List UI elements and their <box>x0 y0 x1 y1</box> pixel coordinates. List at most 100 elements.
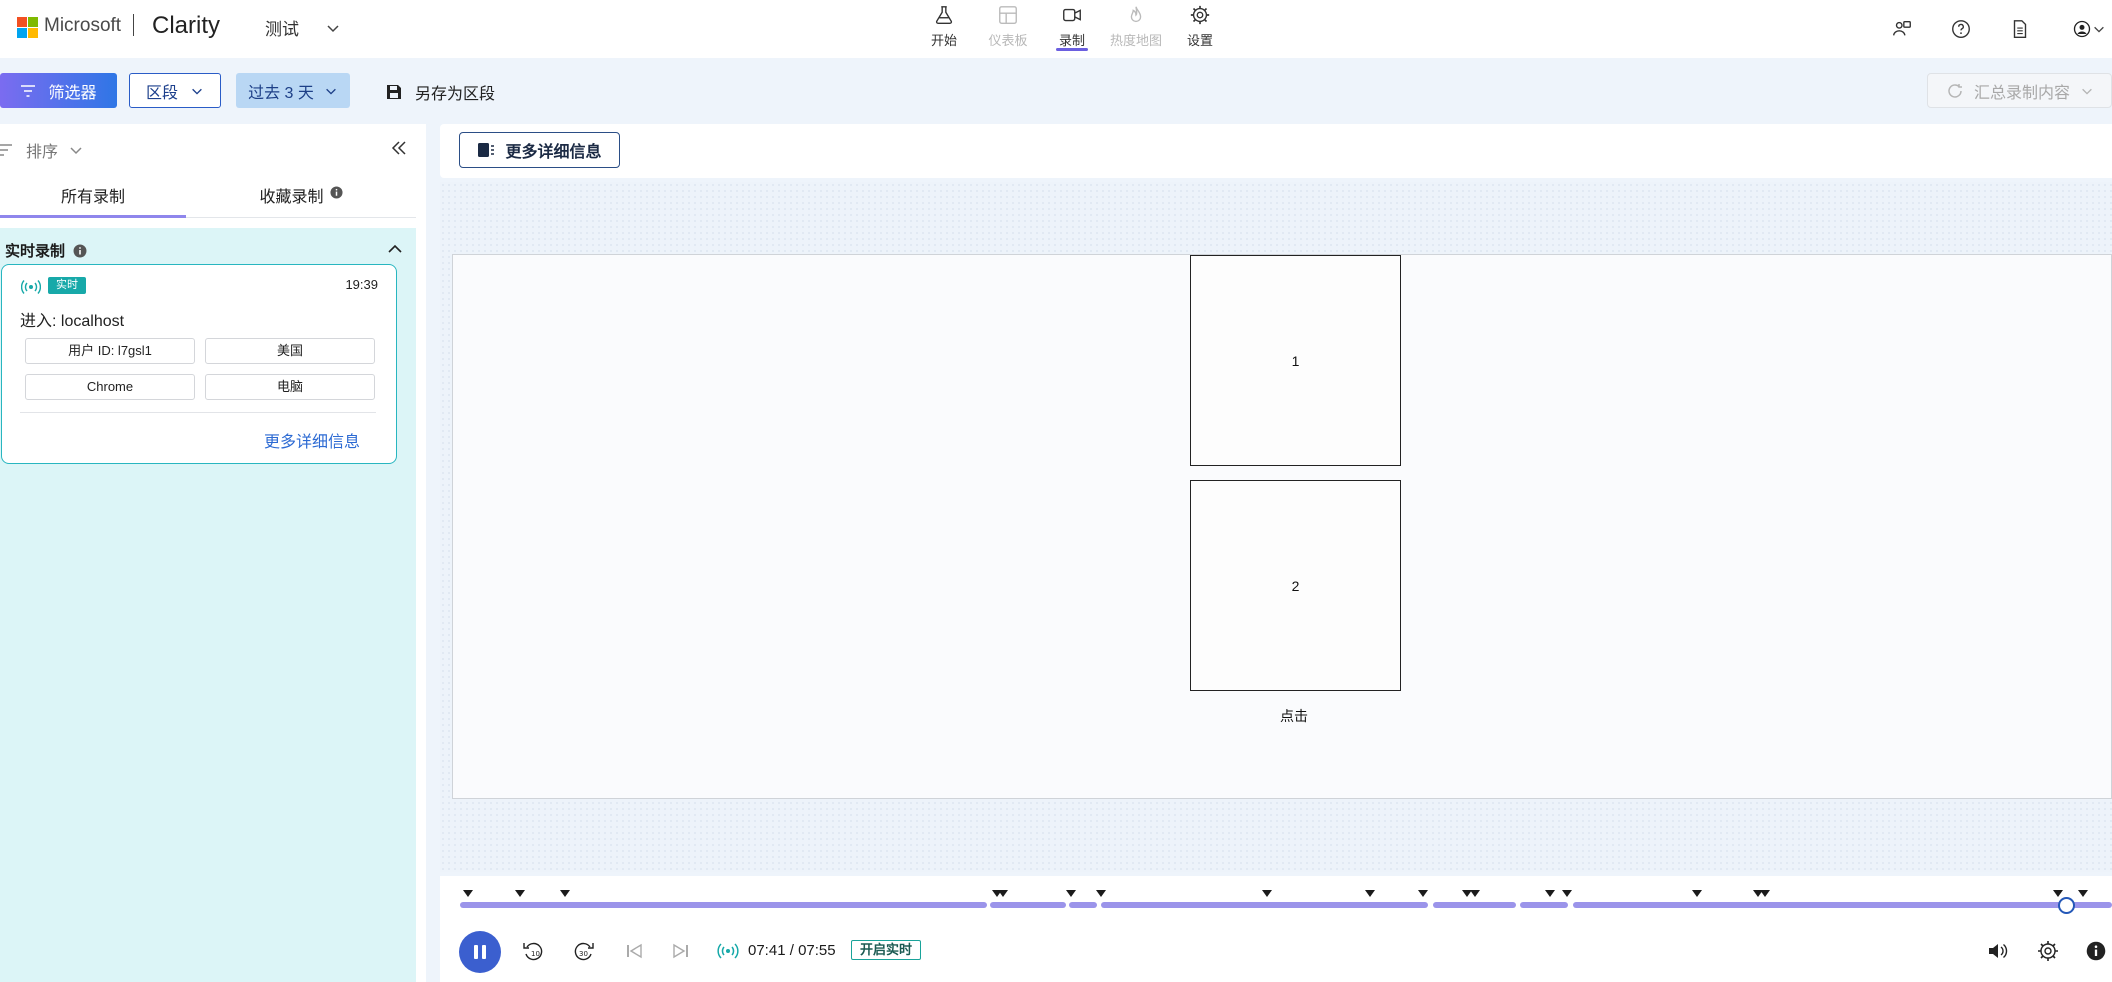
svg-text:10: 10 <box>531 950 540 958</box>
chevron-down-icon <box>327 24 339 32</box>
brand-divider <box>133 14 134 36</box>
more-details-button[interactable]: 更多详细信息 <box>459 132 620 168</box>
filter-toolbar: 筛选器 区段 过去 3 天 另存为区段 汇总录制内容 <box>0 58 2112 122</box>
timeline-segment[interactable] <box>1433 902 1516 908</box>
more-details-label: 更多详细信息 <box>505 144 602 161</box>
event-marker[interactable] <box>1096 890 1106 897</box>
tab-favorite-recordings[interactable]: 收藏录制 <box>186 174 416 217</box>
rewind-10-icon[interactable]: 10 <box>522 940 544 962</box>
event-marker[interactable] <box>1470 890 1480 897</box>
event-marker[interactable] <box>1545 890 1555 897</box>
event-marker[interactable] <box>1418 890 1428 897</box>
account-icon <box>2073 20 2091 38</box>
summarize-recordings-button[interactable]: 汇总录制内容 <box>1927 73 2112 108</box>
nav-heatmaps[interactable]: 热度地图 <box>1104 0 1168 58</box>
nav-settings[interactable]: 设置 <box>1168 0 1232 58</box>
card-divider <box>20 412 376 413</box>
sort-icon <box>0 144 12 156</box>
event-marker[interactable] <box>463 890 473 897</box>
current-time: 07:41 <box>748 942 786 959</box>
main-nav: 开始 仪表板 录制 热度地图 设置 <box>912 0 1232 58</box>
playback-settings-icon[interactable] <box>2037 940 2059 962</box>
forward-30-icon[interactable]: 30 <box>573 940 595 962</box>
playback-controls: 10 30 07:41 / 07:55 开启实时 <box>440 928 2112 974</box>
live-broadcast-icon <box>717 943 739 959</box>
pause-icon <box>474 945 486 959</box>
recording-header-bar: 更多详细信息 <box>440 124 2112 178</box>
nav-recordings[interactable]: 录制 <box>1040 0 1104 58</box>
microsoft-wordmark: Microsoft <box>44 15 122 36</box>
entry-page: 进入: localhost <box>20 307 124 331</box>
playback-bar: 10 30 07:41 / 07:55 开启实时 <box>440 876 2112 982</box>
event-marker[interactable] <box>560 890 570 897</box>
account-button[interactable] <box>2066 16 2112 42</box>
date-range-dropdown[interactable]: 过去 3 天 <box>236 73 350 108</box>
people-icon <box>1893 20 1911 36</box>
save-icon <box>387 85 401 99</box>
live-recordings-section: 实时录制 实时 19:39 进入: localhost 用户 ID: l7gsl… <box>0 228 416 982</box>
volume-icon[interactable] <box>1986 940 2008 962</box>
segment-label: 区段 <box>145 84 178 102</box>
timeline-segment[interactable] <box>1069 902 1097 908</box>
help-icon <box>1952 20 1970 38</box>
event-marker[interactable] <box>1562 890 1572 897</box>
save-as-segment-button[interactable]: 另存为区段 <box>385 80 495 104</box>
timeline-segment[interactable] <box>460 902 987 908</box>
filters-button[interactable]: 筛选器 <box>0 73 117 108</box>
event-marker[interactable] <box>1760 890 1770 897</box>
info-icon[interactable] <box>73 244 87 258</box>
save-as-segment-label: 另存为区段 <box>415 86 496 103</box>
video-icon <box>1063 8 1081 22</box>
document-icon <box>2013 20 2027 38</box>
more-details-link[interactable]: 更多详细信息 <box>264 428 360 452</box>
sort-dropdown[interactable]: 排序 <box>0 138 84 162</box>
live-recording-card[interactable]: 实时 19:39 进入: localhost 用户 ID: l7gsl1 美国 … <box>1 264 397 464</box>
event-marker[interactable] <box>1365 890 1375 897</box>
event-marker[interactable] <box>515 890 525 897</box>
timeline-segment[interactable] <box>1573 902 2112 908</box>
live-section-title: 实时录制 <box>5 243 66 260</box>
collapse-sidebar-icon[interactable] <box>390 139 408 157</box>
event-marker[interactable] <box>1692 890 1702 897</box>
summarize-label: 汇总录制内容 <box>1974 84 2071 102</box>
project-selector[interactable]: 测试 <box>265 15 341 40</box>
timeline-segment[interactable] <box>1520 902 1568 908</box>
next-recording-icon[interactable] <box>670 940 692 962</box>
live-broadcast-icon <box>21 280 41 294</box>
event-marker[interactable] <box>2053 890 2063 897</box>
go-live-button[interactable]: 开启实时 <box>851 940 922 960</box>
event-marker[interactable] <box>2078 890 2088 897</box>
timeline-segment[interactable] <box>990 902 1066 908</box>
nav-label: 开始 <box>930 33 957 48</box>
event-marker[interactable] <box>1066 890 1076 897</box>
help-button[interactable] <box>1948 16 1974 42</box>
chevron-up-icon[interactable] <box>386 240 404 258</box>
chevron-down-icon <box>192 88 202 95</box>
event-marker[interactable] <box>998 890 1008 897</box>
info-icon[interactable] <box>2086 941 2106 961</box>
svg-text:30: 30 <box>579 950 588 958</box>
product-name[interactable]: Clarity <box>152 12 220 40</box>
date-range-label: 过去 3 天 <box>248 84 314 102</box>
entry-value: localhost <box>60 313 125 330</box>
info-icon[interactable] <box>329 186 343 199</box>
nav-dashboard[interactable]: 仪表板 <box>976 0 1040 58</box>
sparkle-refresh-icon <box>1948 83 1962 98</box>
device-chip: 电脑 <box>205 374 375 400</box>
timeline-scrubber[interactable] <box>2058 897 2075 914</box>
previous-recording-icon[interactable] <box>623 940 645 962</box>
tab-all-recordings[interactable]: 所有录制 <box>0 174 186 218</box>
user-id-chip: 用户 ID: l7gsl1 <box>25 338 195 364</box>
flask-icon <box>935 6 953 24</box>
browser-chip: Chrome <box>25 374 195 400</box>
segment-dropdown[interactable]: 区段 <box>129 73 221 108</box>
documentation-button[interactable] <box>2007 16 2033 42</box>
nav-start[interactable]: 开始 <box>912 0 976 58</box>
event-marker[interactable] <box>1262 890 1272 897</box>
top-bar: Microsoft Clarity 测试 开始 仪表板 录制 热度地图 设置 <box>0 0 2112 58</box>
share-people-button[interactable] <box>1889 16 1915 42</box>
timeline-segment[interactable] <box>1101 902 1428 908</box>
nav-label: 录制 <box>1058 33 1085 48</box>
pause-button[interactable] <box>459 931 501 973</box>
country-chip: 美国 <box>205 338 375 364</box>
